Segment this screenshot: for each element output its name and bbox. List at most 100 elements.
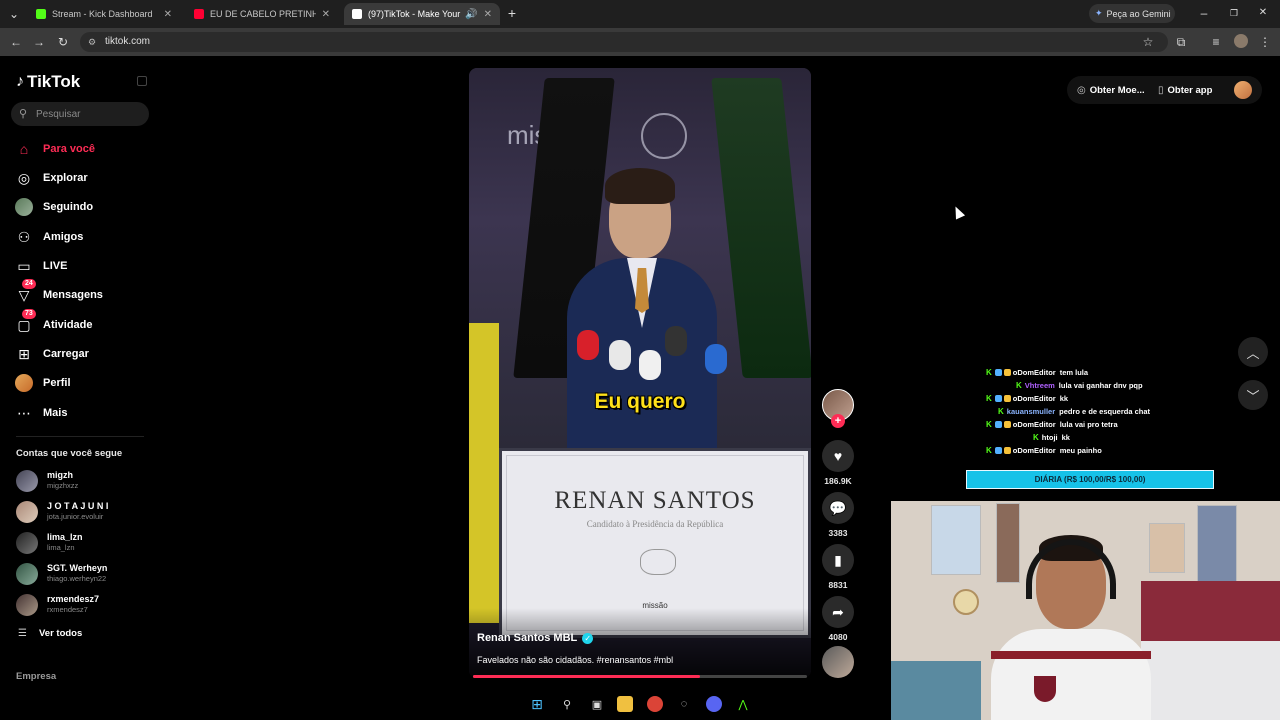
sidebar-item-para-voce[interactable]: ⌂ Para você: [14, 138, 154, 160]
back-icon[interactable]: ←: [8, 34, 24, 50]
comment-button[interactable]: 💬 3383: [822, 492, 854, 538]
chat-username: kauansmuller: [1006, 407, 1056, 416]
sidebar-divider: [16, 436, 144, 437]
sidebar-item-explorar[interactable]: ◎ Explorar: [14, 167, 154, 189]
close-window-icon[interactable]: ✕: [1255, 5, 1271, 21]
sidebar-item-label: Mais: [43, 407, 68, 419]
kick-favicon-icon: [36, 9, 46, 19]
chat-badge-icon: [1003, 447, 1011, 454]
followed-account[interactable]: rxmendesz7 rxmendesz7: [16, 592, 156, 618]
avatar: [16, 563, 38, 585]
messages-badge: 24: [22, 279, 36, 289]
kick-icon: K: [986, 394, 992, 403]
task-view-icon[interactable]: ▣: [589, 696, 605, 712]
chat-badge-icon: [1003, 421, 1011, 428]
browser-profile-avatar[interactable]: [1234, 34, 1248, 48]
video-description: Favelados não são cidadãos. #renansantos…: [477, 655, 674, 665]
address-bar[interactable]: ⚙ tiktok.com: [80, 32, 1168, 52]
bookmark-star-icon[interactable]: ☆: [1140, 34, 1156, 50]
windows-start-icon[interactable]: ⊞: [529, 696, 545, 712]
sidebar-item-seguindo[interactable]: Seguindo: [14, 196, 154, 218]
browser-menu-icon[interactable]: ⋮: [1257, 34, 1273, 50]
wall-poster: [931, 505, 981, 575]
account-username: thiago.werheyn22: [47, 574, 107, 583]
site-info-icon[interactable]: ⚙: [88, 37, 96, 48]
chrome-icon[interactable]: [647, 696, 663, 712]
search-box[interactable]: ⚲: [11, 102, 149, 126]
close-tab-icon[interactable]: ✕: [484, 9, 492, 20]
sidebar-item-label: Perfil: [43, 377, 71, 389]
close-tab-icon[interactable]: ✕: [164, 9, 172, 20]
get-app-button[interactable]: ▯ Obter app: [1158, 80, 1212, 100]
more-icon: ⋯: [17, 404, 31, 421]
search-input[interactable]: [36, 106, 141, 122]
collapse-sidebar-icon[interactable]: [137, 76, 147, 86]
save-button[interactable]: ▮ 8831: [822, 544, 854, 590]
reload-icon[interactable]: ↻: [55, 34, 71, 50]
sidebar-item-label: Seguindo: [43, 201, 94, 213]
share-button[interactable]: ➦ 4080: [822, 596, 854, 642]
heart-icon: ♥: [822, 440, 854, 472]
team-crest: [1034, 676, 1056, 702]
media-controls-icon[interactable]: ≡: [1208, 34, 1224, 50]
tab-kick-dashboard[interactable]: Stream - Kick Dashboard ✕: [28, 3, 180, 25]
extensions-icon[interactable]: ⧉: [1173, 34, 1189, 50]
video-author[interactable]: Renan Santos MBL ✓: [477, 632, 594, 644]
restore-icon[interactable]: ❐: [1226, 5, 1242, 21]
tab-title: EU DE CABELO PRETINHO OU L: [210, 9, 316, 19]
tab-tiktok[interactable]: (97)TikTok - Make Your Day 🔊 ✕: [344, 3, 500, 25]
compass-icon: ◎: [17, 169, 31, 186]
chat-message: K oDomEditor lula vai pro tetra: [986, 420, 1118, 429]
like-button[interactable]: ♥ 186.9K: [822, 440, 854, 486]
minimize-icon[interactable]: –: [1196, 5, 1212, 21]
followed-account[interactable]: SGT. Werheyn thiago.werheyn22: [16, 561, 156, 587]
followed-account[interactable]: J O T A J U N I jota.junior.evoluir: [16, 499, 156, 525]
new-tab-button[interactable]: +: [504, 5, 520, 21]
microphone: [577, 330, 599, 360]
next-video-button[interactable]: ﹀: [1238, 380, 1268, 410]
followed-account[interactable]: migzh migzhxzz: [16, 468, 156, 494]
forward-icon[interactable]: →: [31, 34, 47, 50]
chat-message: K htoji kk: [1033, 433, 1070, 442]
see-all-button[interactable]: ☰ Ver todos: [18, 628, 82, 639]
follow-plus-icon[interactable]: +: [831, 414, 845, 428]
sidebar-item-carregar[interactable]: ⊞ Carregar: [14, 343, 154, 365]
sidebar-item-atividade[interactable]: ▢ 73 Atividade: [14, 309, 154, 336]
sidebar-item-mais[interactable]: ⋯ Mais: [14, 402, 154, 424]
sidebar-item-perfil[interactable]: Perfil: [14, 372, 154, 394]
speaker-icon[interactable]: 🔊: [465, 9, 477, 20]
chat-text: meu painho: [1059, 446, 1102, 455]
profile-avatar[interactable]: [1234, 81, 1252, 99]
kick-app-icon[interactable]: ⋀: [735, 696, 751, 712]
search-icon: ⚲: [19, 108, 28, 120]
url-text: tiktok.com: [105, 36, 151, 47]
youtube-favicon-icon: [194, 9, 204, 19]
previous-video-button[interactable]: ︿: [1238, 337, 1268, 367]
get-coins-button[interactable]: ◎ Obter Moe...: [1077, 80, 1145, 100]
sidebar-item-mensagens[interactable]: ▽ 24 Mensagens: [14, 279, 154, 306]
podium-name: RENAN SANTOS: [554, 487, 756, 514]
video-progress-bar[interactable]: [473, 675, 807, 678]
jaguar-icon: [640, 549, 676, 575]
file-explorer-icon[interactable]: [617, 696, 633, 712]
followed-account[interactable]: lima_lzn lima_lzn: [16, 530, 156, 556]
kick-icon: K: [998, 407, 1004, 416]
account-username: lima_lzn: [47, 543, 75, 552]
tab-title: (97)TikTok - Make Your Day: [368, 9, 463, 19]
gemini-button[interactable]: ✦ Peça ao Gemini: [1089, 4, 1175, 23]
chat-text: tem lula: [1059, 368, 1089, 377]
app-icon[interactable]: ◌: [676, 696, 692, 712]
discord-icon[interactable]: [706, 696, 722, 712]
tiktok-logo[interactable]: ♪ TikTok: [16, 72, 80, 92]
sidebar-item-amigos[interactable]: ⚇ Amigos: [14, 226, 154, 248]
close-tab-icon[interactable]: ✕: [322, 9, 330, 20]
search-taskbar-icon[interactable]: ⚲: [559, 696, 575, 712]
company-link[interactable]: Empresa: [16, 671, 56, 682]
tab-list-chevron-icon[interactable]: ⌄: [6, 6, 22, 22]
chat-message: K kauansmuller pedro e de esquerda chat: [998, 407, 1150, 416]
video-player[interactable]: missão Eu quero RENAN SANTOS Candidato à…: [469, 68, 811, 678]
sidebar-item-live[interactable]: ▭ LIVE: [14, 255, 154, 277]
music-disc-avatar[interactable]: [822, 646, 854, 678]
account-name: SGT. Werheyn: [47, 563, 108, 573]
tab-youtube-video[interactable]: EU DE CABELO PRETINHO OU L ✕: [186, 3, 338, 25]
